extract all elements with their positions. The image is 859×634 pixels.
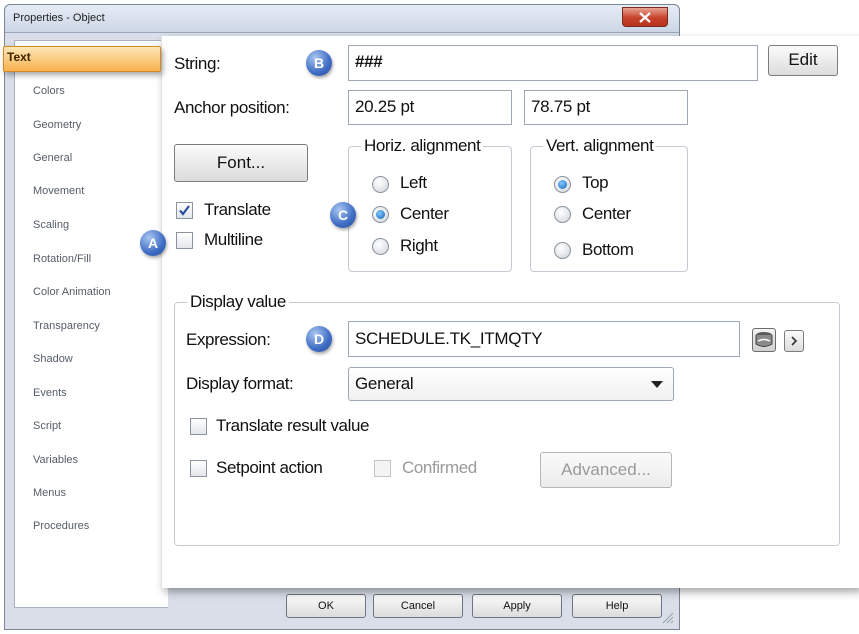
cancel-button[interactable]: Cancel — [373, 594, 463, 618]
string-label: String: — [174, 54, 221, 73]
help-button[interactable]: Help — [572, 594, 662, 618]
nav-item-rotation-fill[interactable]: Rotation/Fill — [33, 253, 91, 265]
category-list: Colors Geometry General Movement Scaling… — [14, 40, 168, 608]
expression-more-button[interactable] — [784, 330, 804, 352]
multiline-label: Multiline — [204, 230, 263, 249]
multiline-checkbox[interactable] — [176, 232, 193, 249]
vert-center-radio[interactable] — [554, 206, 571, 223]
translate-result-label: Translate result value — [216, 416, 370, 435]
vert-bottom-radio[interactable] — [554, 242, 571, 259]
vert-top-radio[interactable] — [554, 176, 571, 193]
title-bar[interactable]: Properties - Object — [5, 5, 679, 33]
edit-button[interactable]: Edit — [768, 45, 838, 76]
display-value-legend: Display value — [187, 292, 289, 312]
horiz-right-radio[interactable] — [372, 238, 389, 255]
nav-item-colors[interactable]: Colors — [33, 85, 65, 97]
expression-input[interactable]: SCHEDULE.TK_ITMQTY — [348, 321, 740, 357]
anchor-x-input[interactable]: 20.25 pt — [348, 90, 512, 125]
nav-item-geometry[interactable]: Geometry — [33, 119, 81, 131]
horiz-center-radio[interactable] — [372, 206, 389, 223]
callout-b: B — [306, 50, 332, 76]
window-title: Properties - Object — [13, 12, 105, 24]
callout-d: D — [306, 326, 332, 352]
expression-browse-button[interactable] — [752, 328, 776, 352]
confirmed-checkbox[interactable] — [374, 460, 391, 477]
nav-item-script[interactable]: Script — [33, 420, 61, 432]
nav-item-menus[interactable]: Menus — [33, 487, 66, 499]
vert-center-label: Center — [582, 204, 631, 223]
apply-button[interactable]: Apply — [472, 594, 562, 618]
resize-grip-icon[interactable] — [660, 610, 674, 624]
nav-item-scaling[interactable]: Scaling — [33, 219, 69, 231]
vert-bottom-label: Bottom — [582, 240, 634, 259]
anchor-y-input[interactable]: 78.75 pt — [524, 90, 688, 125]
translate-checkbox[interactable] — [176, 202, 193, 219]
nav-item-events[interactable]: Events — [33, 387, 67, 399]
nav-item-transparency[interactable]: Transparency — [33, 320, 100, 332]
nav-item-general[interactable]: General — [33, 152, 72, 164]
setpoint-action-checkbox[interactable] — [190, 460, 207, 477]
dropdown-arrow-icon — [651, 381, 663, 388]
vert-alignment-legend: Vert. alignment — [543, 136, 657, 156]
callout-a: A — [140, 230, 166, 256]
checkmark-icon — [179, 205, 190, 216]
advanced-button[interactable]: Advanced... — [540, 452, 672, 488]
translate-result-checkbox[interactable] — [190, 418, 207, 435]
expression-label: Expression: — [186, 330, 271, 349]
horiz-right-label: Right — [400, 236, 438, 255]
nav-item-color-animation[interactable]: Color Animation — [33, 286, 111, 298]
horiz-center-label: Center — [400, 204, 449, 223]
callout-c: C — [330, 202, 356, 228]
confirmed-label: Confirmed — [402, 458, 477, 477]
display-format-select[interactable]: General — [348, 367, 674, 401]
translate-label: Translate — [204, 200, 271, 219]
anchor-position-label: Anchor position: — [174, 98, 290, 117]
display-format-label: Display format: — [186, 374, 294, 393]
close-icon — [639, 12, 651, 23]
setpoint-action-label: Setpoint action — [216, 458, 323, 477]
vert-top-label: Top — [582, 173, 609, 192]
nav-item-shadow[interactable]: Shadow — [33, 353, 73, 365]
chevron-right-icon — [791, 336, 798, 346]
display-format-value: General — [355, 374, 414, 393]
horiz-left-label: Left — [400, 173, 427, 192]
nav-item-procedures[interactable]: Procedures — [33, 520, 89, 532]
ok-button[interactable]: OK — [286, 594, 366, 618]
string-input[interactable]: ### — [348, 45, 758, 81]
database-icon — [755, 332, 773, 347]
nav-item-variables[interactable]: Variables — [33, 454, 78, 466]
nav-item-text-selected[interactable]: Text — [3, 46, 161, 72]
nav-item-movement[interactable]: Movement — [33, 185, 84, 197]
horiz-left-radio[interactable] — [372, 176, 389, 193]
horiz-alignment-legend: Horiz. alignment — [361, 136, 484, 156]
font-button[interactable]: Font... — [174, 144, 308, 182]
close-button[interactable] — [622, 7, 668, 27]
